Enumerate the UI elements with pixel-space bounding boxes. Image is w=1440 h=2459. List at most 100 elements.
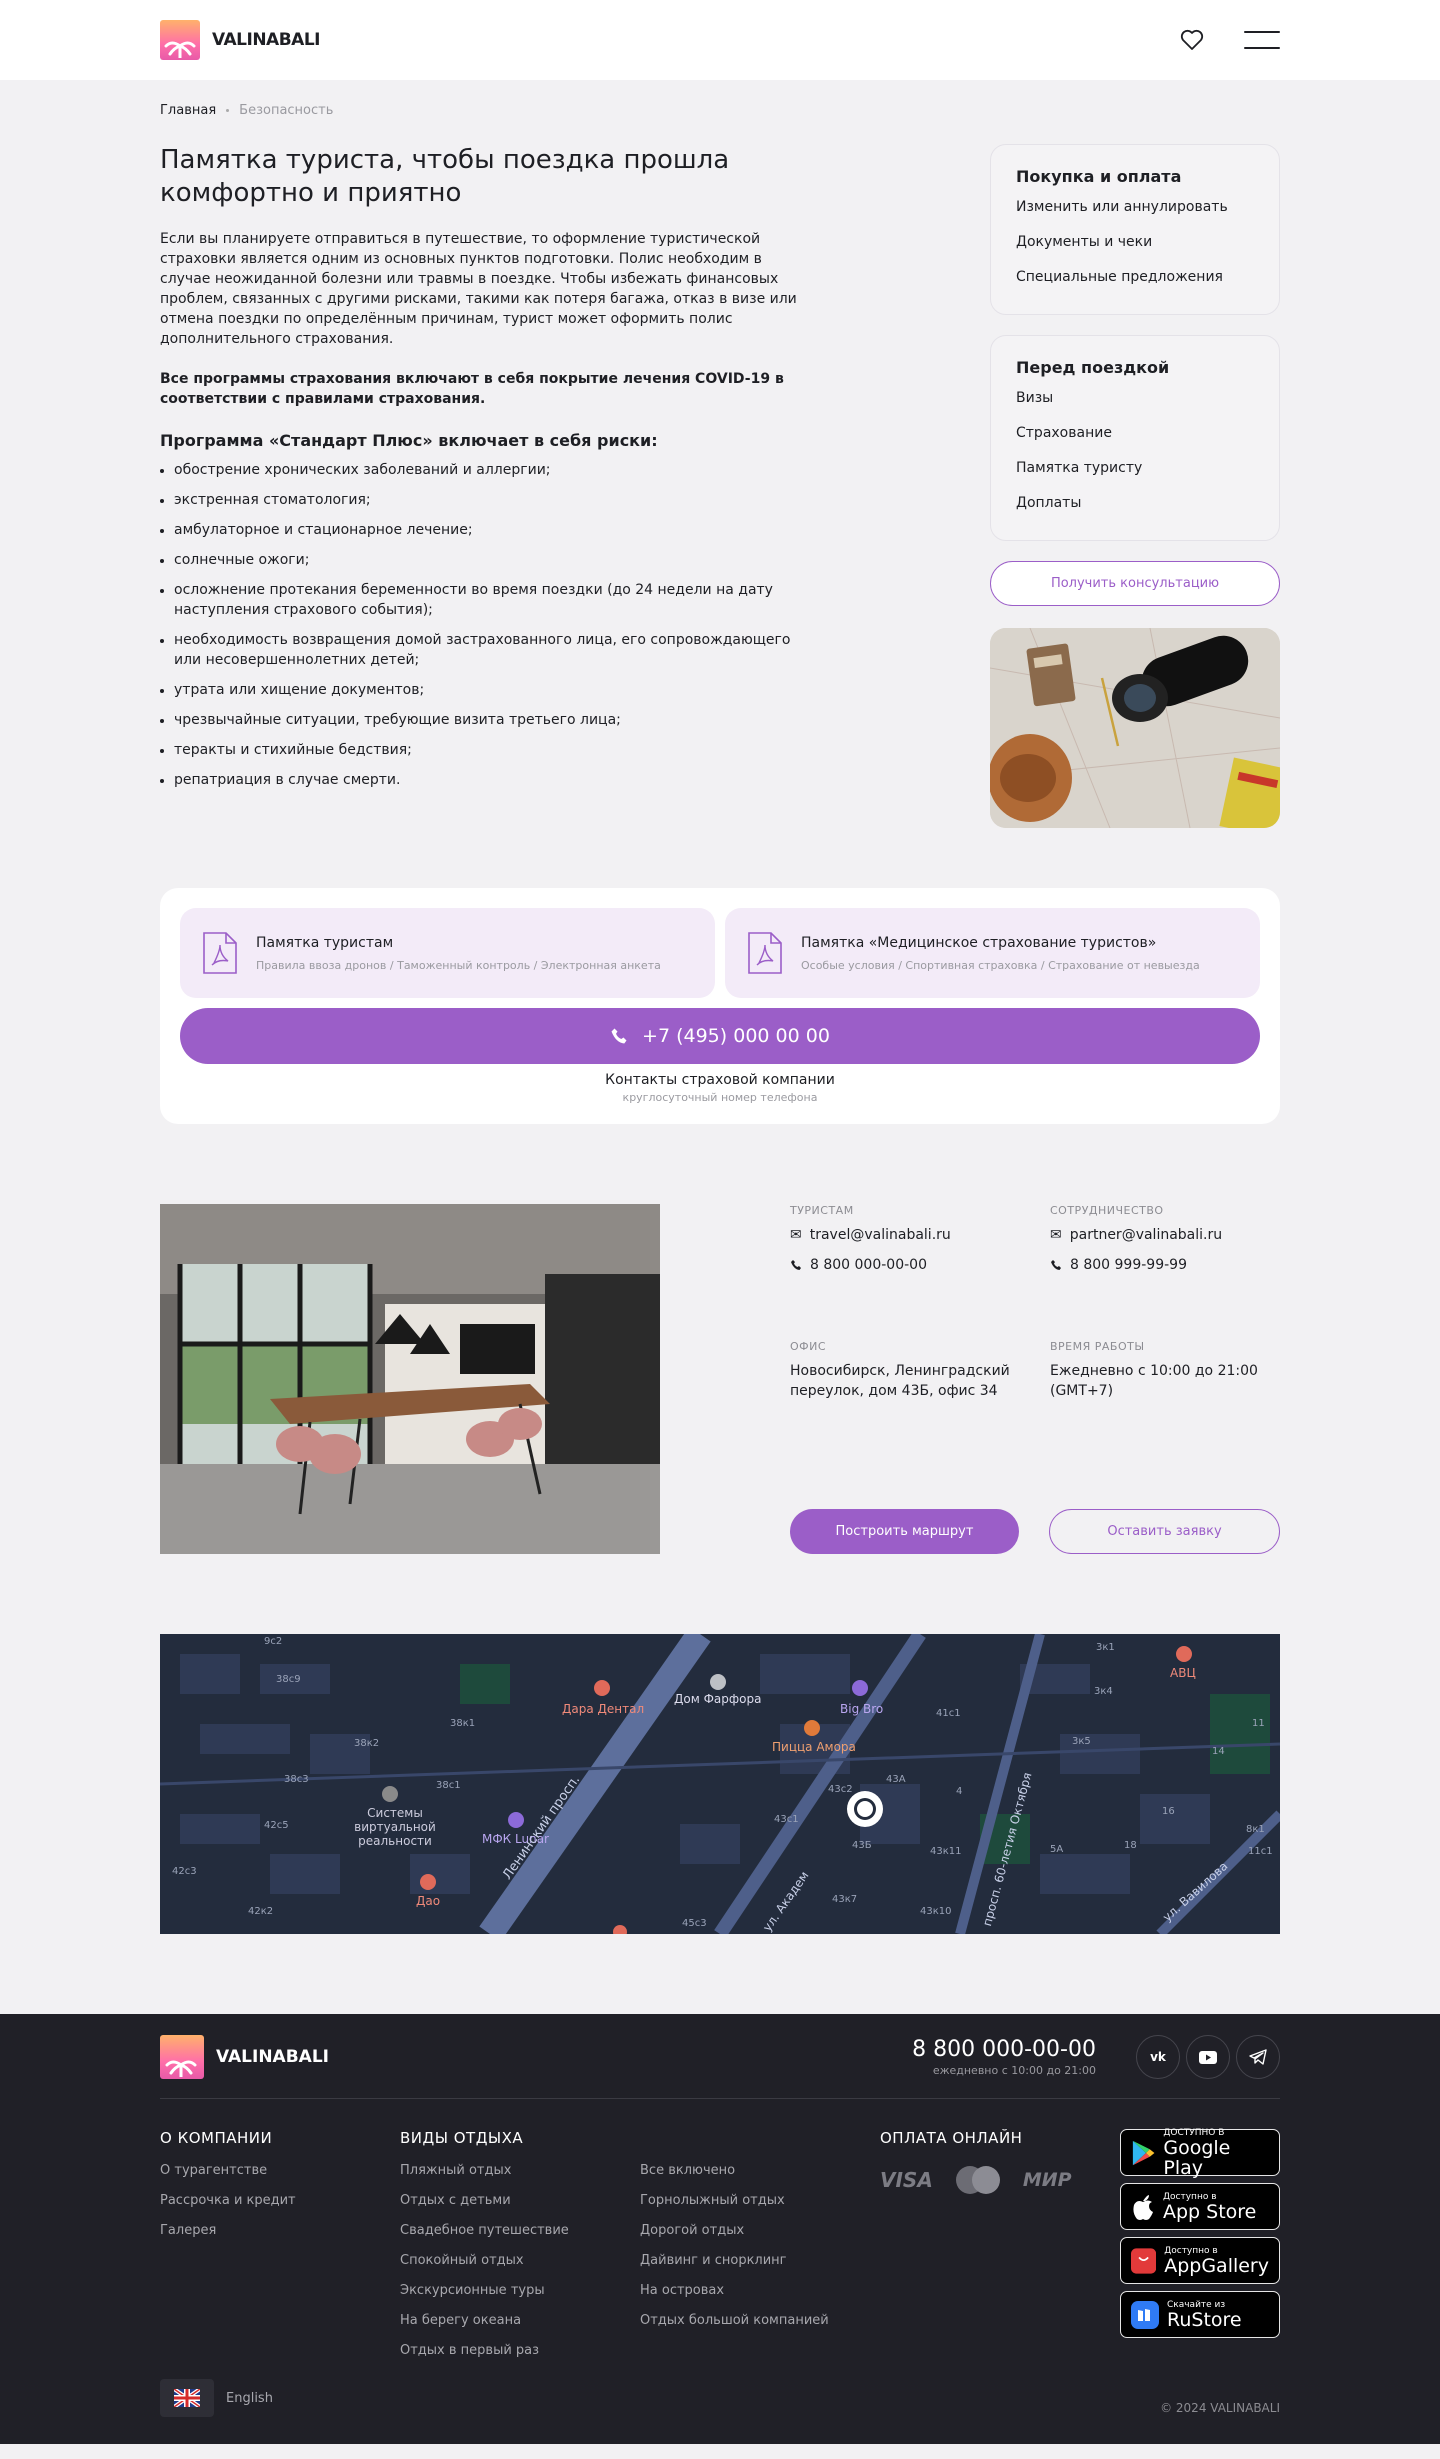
google-play-icon (1132, 2140, 1155, 2165)
store-name: Google Play (1163, 2136, 1231, 2179)
doc-card-medical[interactable]: Памятка «Медицинское страхование туристо… (725, 908, 1260, 998)
house-number: 16 (1162, 1806, 1175, 1817)
footer-link[interactable]: Свадебное путешествие (400, 2223, 640, 2253)
store-caption: ДОСТУПНО В (1163, 2127, 1225, 2138)
partners-email-link[interactable]: partner@valinabali.ru (1070, 1225, 1222, 1245)
house-number: 9с2 (264, 1636, 283, 1647)
google-play-badge[interactable]: ДОСТУПНО В Google Play (1120, 2127, 1280, 2179)
house-number: 3к4 (1094, 1686, 1113, 1697)
list-item: утрата или хищение документов; (160, 680, 810, 700)
hours-label: ВРЕМЯ РАБОТЫ (1050, 1340, 1145, 1354)
sidebar-item-insurance[interactable]: Страхование (1016, 425, 1254, 460)
map-label: Дара Дентал (562, 1702, 645, 1716)
list-item: необходимость возвращения домой застрахо… (160, 630, 810, 670)
list-item: теракты и стихийные бедствия; (160, 740, 810, 760)
breadcrumb-home[interactable]: Главная (160, 103, 216, 118)
footer-link[interactable]: Спокойный отдых (400, 2253, 640, 2283)
house-number: 38к1 (450, 1718, 476, 1729)
map-label: АВЦ (1170, 1666, 1196, 1680)
sidebar-item-offers[interactable]: Специальные предложения (1016, 269, 1254, 304)
tourists-phone-link[interactable]: 8 800 000-00-00 (810, 1255, 927, 1275)
map-canvas (160, 1634, 1280, 1934)
appgallery-badge[interactable]: Доступно в AppGallery (1120, 2237, 1280, 2284)
footer-logo[interactable]: VALINABALI (160, 2035, 329, 2079)
article: Памятка туриста, чтобы поездка прошла ко… (160, 144, 810, 828)
consult-button[interactable]: Получить консультацию (990, 561, 1280, 606)
mir-icon: МИР (1022, 2169, 1072, 2191)
map[interactable]: Дара Дентал Дом Фарфора Big Bro АВЦ Пицц… (160, 1634, 1280, 1934)
list-item: обострение хронических заболеваний и алл… (160, 460, 810, 480)
footer-link[interactable]: На островах (640, 2283, 880, 2313)
doc-card-tourists[interactable]: Памятка туристам Правила ввоза дронов / … (180, 908, 715, 998)
purchase-card: Покупка и оплата Изменить или аннулирова… (990, 144, 1280, 315)
house-number: 11с1 (1248, 1846, 1273, 1857)
sidebar-item-surcharges[interactable]: Доплаты (1016, 495, 1254, 530)
footer-link[interactable]: Пляжный отдых (400, 2163, 640, 2193)
breadcrumb: Главная Безопасность (160, 80, 1280, 122)
map-label: Пицца Амора (772, 1740, 856, 1754)
store-name: AppGallery (1164, 2254, 1269, 2277)
footer-link[interactable]: Экскурсионные туры (400, 2283, 640, 2313)
house-number: 41с1 (936, 1708, 961, 1719)
vk-icon[interactable]: vk (1136, 2035, 1180, 2079)
house-number: 43с2 (828, 1784, 853, 1795)
office-label: ОФИС (790, 1340, 827, 1354)
footer-link[interactable]: Горнолыжный отдых (640, 2193, 880, 2223)
request-button[interactable]: Оставить заявку (1049, 1508, 1280, 1554)
footer-link[interactable]: Дайвинг и снорклинг (640, 2253, 880, 2283)
sidebar: Покупка и оплата Изменить или аннулирова… (990, 144, 1280, 828)
tourists-email-link[interactable]: travel@valinabali.ru (810, 1225, 951, 1245)
house-number: 43Б (852, 1840, 872, 1851)
insurance-contacts-title: Контакты страховой компании (605, 1072, 835, 1088)
footer-link[interactable]: Рассрочка и кредит (160, 2193, 400, 2223)
heart-icon[interactable] (1180, 29, 1204, 51)
apple-icon (1133, 2194, 1153, 2220)
pdf-icon (203, 932, 237, 974)
huawei-appgallery-icon (1131, 2247, 1157, 2274)
app-store-badge[interactable]: Доступно в App Store (1120, 2183, 1280, 2230)
card-title: Перед поездкой (1016, 358, 1170, 377)
footer-link[interactable]: О турагентстве (160, 2163, 400, 2193)
insurance-contacts-subtitle: круглосуточный номер телефона (622, 1091, 818, 1104)
breadcrumb-current: Безопасность (239, 102, 334, 118)
menu-icon[interactable] (1244, 31, 1280, 49)
footer-phone[interactable]: 8 800 000-00-00 (912, 2037, 1096, 2062)
footer-link[interactable]: На берегу океана (400, 2313, 640, 2343)
logo-palm-icon (160, 20, 200, 60)
youtube-icon[interactable] (1186, 2035, 1230, 2079)
footer-link[interactable]: Все включено (640, 2163, 880, 2193)
logo-text: VALINABALI (216, 2047, 329, 2067)
insurance-phone-button[interactable]: +7 (495) 000 00 00 (180, 1008, 1260, 1064)
map-label: Дом Фарфора (674, 1692, 762, 1706)
footer-link[interactable]: Дорогой отдых (640, 2223, 880, 2253)
sidebar-item-change[interactable]: Изменить или аннулировать (1016, 199, 1254, 234)
rustore-badge[interactable]: Скачайте из RuStore (1120, 2291, 1280, 2338)
house-number: 18 (1124, 1840, 1137, 1851)
office-address: Новосибирск, Ленинградский переулок, дом… (790, 1363, 1010, 1400)
route-button[interactable]: Построить маршрут (790, 1508, 1019, 1554)
house-number: 42к2 (248, 1906, 274, 1917)
partners-phone-link[interactable]: 8 800 999-99-99 (1070, 1255, 1187, 1275)
language-label: English (226, 2390, 273, 2406)
phone-icon (611, 1028, 627, 1044)
telegram-icon[interactable] (1236, 2035, 1280, 2079)
store-name: RuStore (1167, 2308, 1242, 2331)
sidebar-item-visas[interactable]: Визы (1016, 390, 1254, 425)
doc-subtitle: Особые условия / Спортивная страховка / … (801, 958, 1200, 972)
logo[interactable]: VALINABALI (160, 20, 320, 60)
phone-icon (1051, 1260, 1061, 1270)
sidebar-item-memo[interactable]: Памятка туристу (1016, 460, 1254, 495)
language-switcher[interactable]: English (160, 2379, 273, 2417)
footer-link[interactable]: Отдых с детьми (400, 2193, 640, 2223)
doc-title: Памятка туристам (256, 934, 394, 951)
contacts-section: ТУРИСТАМ ✉ travel@valinabali.ru 8 800 000… (160, 1204, 1280, 1554)
store-name: App Store (1163, 2200, 1257, 2223)
house-number: 42с5 (264, 1820, 289, 1831)
footer-link[interactable]: Отдых большой компанией (640, 2313, 880, 2343)
footer-link[interactable]: Отдых в первый раз (400, 2343, 640, 2373)
house-number: 43к10 (920, 1906, 952, 1917)
footer-link[interactable]: Галерея (160, 2223, 400, 2253)
house-number: 38с1 (436, 1780, 461, 1791)
footer-heading: О КОМПАНИИ (160, 2129, 273, 2147)
sidebar-item-documents[interactable]: Документы и чеки (1016, 234, 1254, 269)
